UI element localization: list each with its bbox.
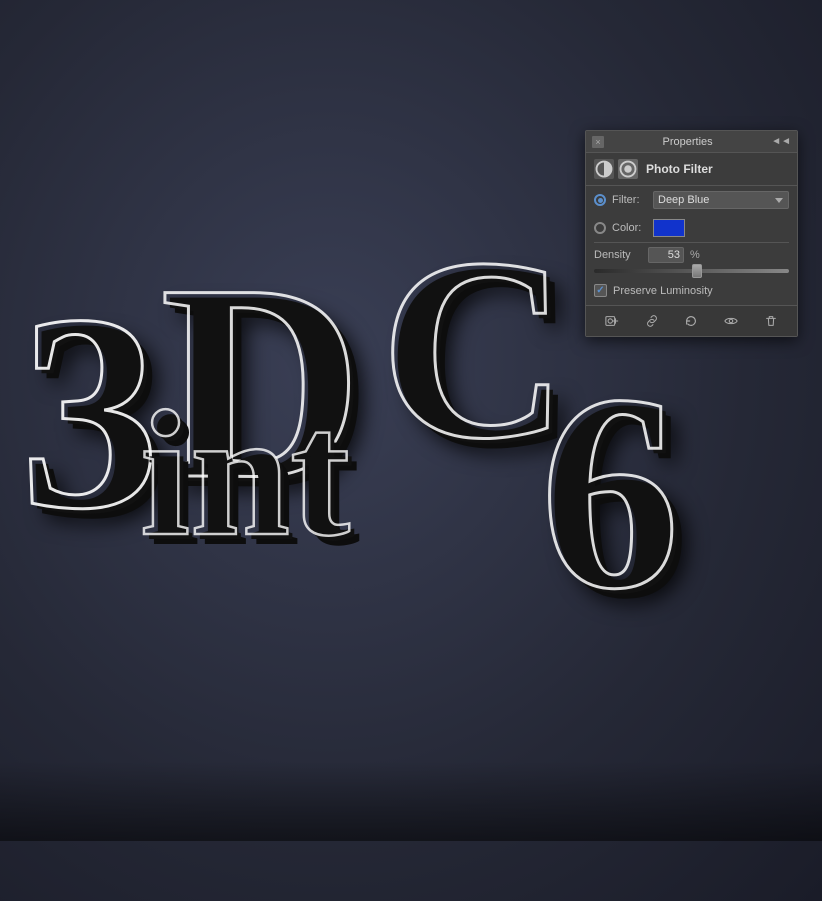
visibility-button[interactable]: [721, 311, 741, 331]
filter-label: Filter:: [612, 194, 647, 206]
filter-radio-button[interactable]: [594, 194, 606, 206]
density-input[interactable]: 53: [648, 247, 684, 263]
reset-button[interactable]: [681, 311, 701, 331]
mask-icon[interactable]: [618, 159, 638, 179]
density-slider-thumb[interactable]: [692, 264, 702, 278]
color-row: Color:: [586, 214, 797, 242]
preserve-luminosity-row: Preserve Luminosity: [586, 279, 797, 305]
density-unit: %: [690, 249, 700, 261]
preserve-luminosity-label: Preserve Luminosity: [613, 285, 713, 297]
adjustment-layer-icon[interactable]: [594, 159, 614, 179]
properties-panel: × Properties ◄◄: [585, 130, 798, 337]
density-label: Density: [594, 249, 642, 261]
photo-filter-title: Photo Filter: [646, 162, 789, 176]
properties-header: Photo Filter: [586, 153, 797, 186]
panel-title: Properties: [604, 136, 771, 148]
ground-shadow: [0, 761, 822, 841]
color-label: Color:: [612, 222, 647, 234]
delete-button[interactable]: [761, 311, 781, 331]
art-char-1: 3: [20, 250, 160, 573]
add-layer-mask-button[interactable]: [602, 311, 622, 331]
density-slider-track[interactable]: [594, 269, 789, 273]
slider-row: [586, 267, 797, 279]
panel-toolbar: [586, 305, 797, 336]
density-row: Density 53 %: [586, 243, 797, 267]
canvas-area: 3 D C 6 int × Properties ◄◄: [0, 0, 822, 901]
filter-row: Filter: Warming Filter (85)Warming Filte…: [586, 186, 797, 214]
color-radio-button[interactable]: [594, 222, 606, 234]
header-icons: [594, 159, 638, 179]
link-button[interactable]: [642, 311, 662, 331]
panel-collapse-button[interactable]: ◄◄: [771, 136, 791, 147]
preserve-luminosity-checkbox[interactable]: [594, 284, 607, 297]
art-mid-chars: int: [140, 370, 350, 577]
art-char-4: 6: [540, 330, 680, 653]
panel-close-button[interactable]: ×: [592, 136, 604, 148]
filter-select[interactable]: Warming Filter (85)Warming Filter (LBA)W…: [653, 191, 789, 209]
color-swatch[interactable]: [653, 219, 685, 237]
panel-title-bar: × Properties ◄◄: [586, 131, 797, 153]
